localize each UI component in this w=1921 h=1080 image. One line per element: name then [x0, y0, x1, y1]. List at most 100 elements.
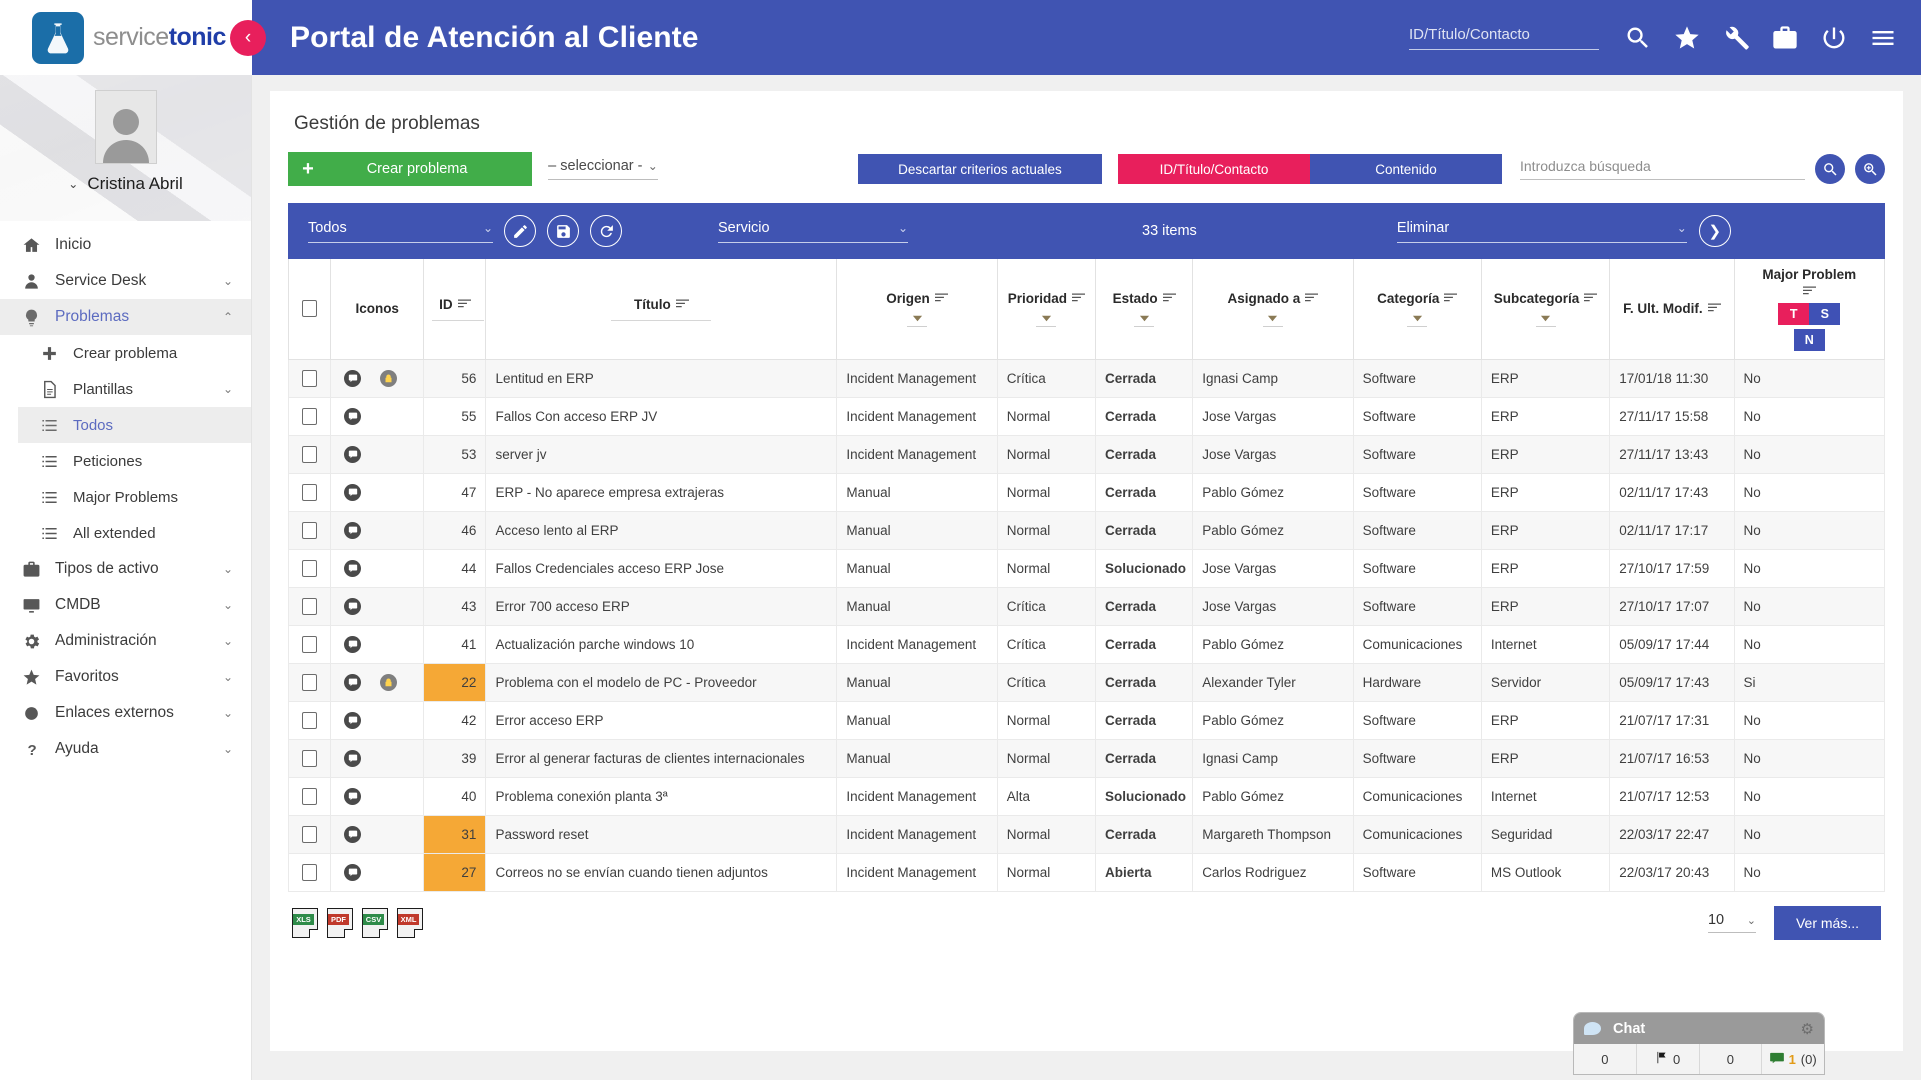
row-checkbox[interactable] — [302, 407, 318, 425]
th-estado[interactable]: Estado — [1094, 259, 1194, 360]
note-icon[interactable] — [344, 863, 362, 881]
save-view-button[interactable] — [547, 215, 579, 247]
note-icon[interactable] — [344, 673, 362, 691]
row-checkbox[interactable] — [302, 635, 318, 653]
cell-titulo[interactable]: Password reset — [485, 814, 838, 854]
sidebar-collapse-button[interactable]: ‹ — [230, 20, 266, 56]
th-id[interactable]: ID — [423, 259, 487, 360]
service-select[interactable]: Servicio ⌄ — [718, 220, 908, 243]
template-select[interactable]: – seleccionar - ⌄ — [548, 158, 658, 180]
chat-stat-messages[interactable]: 1 (0) — [1761, 1044, 1824, 1074]
cell-titulo[interactable]: server jv — [485, 434, 838, 474]
sort-icon[interactable] — [1707, 301, 1721, 316]
major-filter-n[interactable]: N — [1793, 328, 1825, 351]
cell-titulo[interactable]: Error acceso ERP — [485, 700, 838, 740]
table-row[interactable]: 41 Actualización parche windows 10 Inciden… — [287, 624, 1885, 664]
sort-icon[interactable] — [1802, 284, 1816, 299]
export-xls-button[interactable]: XLS — [292, 907, 318, 938]
row-checkbox[interactable] — [302, 787, 318, 805]
sort-icon[interactable] — [1444, 291, 1458, 306]
row-checkbox[interactable] — [302, 521, 318, 539]
note-icon[interactable] — [344, 597, 362, 615]
chat-stat-waiting[interactable]: 0 — [1574, 1044, 1636, 1074]
note-icon[interactable] — [344, 445, 362, 463]
table-row[interactable]: 55 Fallos Con acceso ERP JV Incident Manag… — [287, 396, 1885, 436]
sort-icon[interactable] — [1162, 291, 1176, 306]
note-icon[interactable] — [344, 369, 362, 387]
cell-titulo[interactable]: Lentitud en ERP — [485, 358, 838, 398]
sidebar-item-favoritos[interactable]: Favoritos ⌄ — [0, 659, 251, 695]
cell-titulo[interactable]: Actualización parche windows 10 — [485, 624, 838, 664]
scope-id-title-contact[interactable]: ID/Título/Contacto — [1118, 154, 1310, 184]
cell-id[interactable]: 46 — [423, 510, 487, 550]
note-icon[interactable] — [344, 787, 362, 805]
row-checkbox[interactable] — [302, 825, 318, 843]
view-select[interactable]: Todos ⌄ — [308, 220, 493, 243]
note-icon[interactable] — [344, 825, 362, 843]
select-all-checkbox[interactable] — [302, 300, 318, 318]
header-search-input[interactable]: ID/Título/Contacto — [1409, 26, 1599, 50]
wrench-icon[interactable] — [1720, 22, 1752, 54]
origen-filter-dropdown[interactable] — [907, 313, 928, 327]
profile-name-row[interactable]: ⌄ Cristina Abril — [68, 174, 182, 194]
categoria-filter-dropdown[interactable] — [1407, 313, 1428, 327]
table-row[interactable]: 56 Lentitud en ERP Incident Management Crít… — [287, 358, 1885, 398]
table-row[interactable]: 46 Acceso lento al ERP Manual Normal Cerrada… — [287, 510, 1885, 550]
table-row[interactable]: 53 server jv Incident Management Normal Cerr… — [287, 434, 1885, 474]
sidebar-item-crear-problema[interactable]: Crear problema — [18, 335, 251, 371]
cell-titulo[interactable]: Error al generar facturas de clientes in… — [485, 738, 838, 778]
cell-titulo[interactable]: Problema con el modelo de PC - Proveedor — [485, 662, 838, 702]
sidebar-item-all-extended[interactable]: All extended — [18, 515, 251, 551]
sort-icon[interactable] — [1305, 291, 1319, 306]
search-input[interactable]: Introduzca búsqueda — [1520, 158, 1805, 180]
row-checkbox[interactable] — [302, 369, 318, 387]
refresh-view-button[interactable] — [590, 215, 622, 247]
cell-id[interactable]: 42 — [423, 700, 487, 740]
gear-icon[interactable]: ⚙ — [1801, 1020, 1814, 1038]
th-titulo[interactable]: Título — [485, 259, 838, 360]
cell-id[interactable]: 41 — [423, 624, 487, 664]
estado-filter-dropdown[interactable] — [1134, 313, 1155, 327]
sidebar-item-problemas[interactable]: Problemas ⌃ — [0, 299, 251, 335]
row-checkbox[interactable] — [302, 711, 318, 729]
table-row[interactable]: 22 Problema con el modelo de PC - Proveed… — [287, 662, 1885, 702]
table-row[interactable]: 43 Error 700 acceso ERP Manual Crítica Cerra… — [287, 586, 1885, 626]
page-size-select[interactable]: 10 ⌄ — [1707, 912, 1756, 933]
logo-zone[interactable]: servicetonic — [0, 0, 252, 75]
table-row[interactable]: 31 Password reset Incident Management Norma… — [287, 814, 1885, 854]
cell-id[interactable]: 56 — [423, 358, 487, 398]
table-row[interactable]: 27 Correos no se envían cuando tienen adj… — [287, 852, 1885, 892]
cell-id[interactable]: 40 — [423, 776, 487, 816]
sidebar-item-inicio[interactable]: Inicio — [0, 227, 251, 263]
load-more-button[interactable]: Ver más... — [1773, 905, 1881, 940]
sidebar-item-plantillas[interactable]: Plantillas ⌄ — [18, 371, 251, 407]
th-categoria[interactable]: Categoría — [1352, 259, 1482, 360]
cell-id[interactable]: 53 — [423, 434, 487, 474]
note-icon[interactable] — [344, 407, 362, 425]
row-checkbox[interactable] — [302, 673, 318, 691]
create-problem-button[interactable]: + Crear problema — [288, 152, 533, 186]
table-row[interactable]: 39 Error al generar facturas de clientes … — [287, 738, 1885, 778]
cell-titulo[interactable]: Acceso lento al ERP — [485, 510, 838, 550]
prioridad-filter-dropdown[interactable] — [1036, 313, 1057, 327]
th-major-problem[interactable]: Major Problem T S N — [1733, 259, 1885, 360]
row-checkbox[interactable] — [302, 749, 318, 767]
sidebar-item-major-problems[interactable]: Major Problems — [18, 479, 251, 515]
sidebar-item-peticiones[interactable]: Peticiones — [18, 443, 251, 479]
note-icon[interactable] — [344, 483, 362, 501]
th-fecha-ult-modif[interactable]: F. Ult. Modif. — [1609, 259, 1735, 360]
table-row[interactable]: 40 Problema conexión planta 3ª Incident Ma… — [287, 776, 1885, 816]
cell-id[interactable]: 31 — [423, 814, 487, 854]
sort-icon[interactable] — [1071, 291, 1085, 306]
cell-id[interactable]: 55 — [423, 396, 487, 436]
cell-titulo[interactable]: Correos no se envían cuando tienen adjun… — [485, 852, 838, 892]
th-subcategoria[interactable]: Subcategoría — [1480, 259, 1611, 360]
table-row[interactable]: 42 Error acceso ERP Manual Normal Cerrada Pab… — [287, 700, 1885, 740]
cell-id[interactable]: 39 — [423, 738, 487, 778]
table-row[interactable]: 44 Fallos Credenciales acceso ERP Jose Man… — [287, 548, 1885, 588]
bulk-action-select[interactable]: Eliminar ⌄ — [1396, 220, 1687, 243]
note-icon[interactable] — [344, 711, 362, 729]
menu-icon[interactable] — [1867, 22, 1899, 54]
sidebar-item-todos[interactable]: Todos — [18, 407, 251, 443]
lock-icon[interactable] — [380, 673, 398, 691]
